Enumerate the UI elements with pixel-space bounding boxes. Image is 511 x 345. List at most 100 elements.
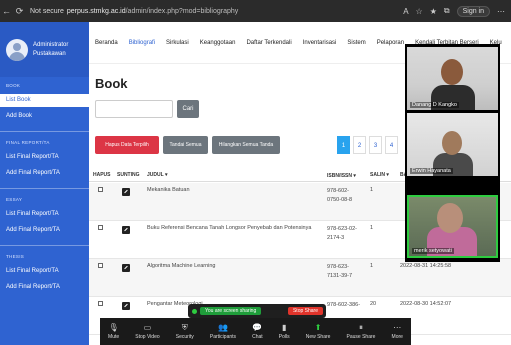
participants-button[interactable]: 👥 Participants — [210, 323, 236, 340]
search-button[interactable]: Cari — [177, 100, 199, 118]
clear-selection-button[interactable]: Hilangkan Semua Tanda — [212, 136, 280, 154]
share-icon: ⬆ — [314, 323, 322, 332]
row-title[interactable]: Mekanika Batuan — [147, 187, 190, 193]
sidebar-item-add-book[interactable]: Add Book — [0, 110, 89, 123]
edit-icon[interactable] — [122, 302, 130, 310]
chat-icon: 💬 — [252, 323, 263, 332]
col-sunting: SUNTING — [117, 172, 140, 178]
participant-name: Erwin Hayanata — [410, 168, 453, 174]
edit-icon[interactable] — [122, 226, 130, 234]
security-indicator[interactable]: Not secure — [30, 8, 64, 15]
delete-selected-button[interactable]: Hapus Data Terpilih — [95, 136, 159, 154]
row-copies: 1 — [370, 263, 374, 269]
nav-keanggotaan[interactable]: Keanggotaan — [200, 40, 236, 46]
reload-icon[interactable]: ⟳ — [13, 6, 26, 17]
stop-video-label: Stop Video — [135, 334, 160, 340]
browser-toolbar: ← ⟳ Not secure perpus.stmkg.ac.id/admin/… — [0, 0, 511, 22]
row-isbn: 978-602-0750-08-8 — [327, 188, 353, 203]
row-checkbox[interactable] — [98, 187, 103, 192]
pause-share-button[interactable]: ⏸ Pause Share — [347, 323, 376, 340]
sidebar-item-add-essay[interactable]: Add Final Report/TA — [0, 224, 89, 237]
video-gallery: Danang D Kangko Erwin Hayanata merik set… — [405, 44, 500, 262]
user-panel: Administrator Pustakawan — [0, 22, 89, 77]
page-1[interactable]: 1 — [337, 136, 350, 154]
row-checkbox[interactable] — [98, 301, 103, 306]
collections-icon[interactable]: ⧉ — [444, 6, 450, 16]
polls-icon: ▮ — [281, 323, 287, 332]
microphone-icon: 🎙 — [108, 323, 119, 332]
row-checkbox[interactable] — [98, 225, 103, 230]
col-isbn[interactable]: ISBN/ISSN ▾ — [327, 172, 363, 181]
security-label: Security — [175, 334, 194, 340]
page-3[interactable]: 3 — [369, 136, 382, 154]
avatar — [6, 38, 28, 61]
read-aloud-icon[interactable]: A — [403, 7, 408, 16]
stop-video-button[interactable]: ▭ Stop Video — [135, 323, 159, 340]
user-name: Administrator — [33, 41, 69, 48]
sharing-message: You are screen sharing — [200, 307, 262, 315]
row-checkbox[interactable] — [98, 263, 103, 268]
user-role: Pustakawan — [33, 50, 66, 57]
edit-icon[interactable] — [122, 188, 130, 196]
new-share-button[interactable]: ⬆ New Share — [306, 323, 331, 340]
sidebar-item-list-book[interactable]: List Book — [0, 94, 89, 107]
row-title[interactable]: Algoritma Machine Learning — [147, 263, 215, 269]
pause-share-label: Pause Share — [346, 334, 376, 340]
sidebar-item-add-final-report[interactable]: Add Final Report/TA — [0, 167, 89, 180]
browser-actions: A ☆ ★ ⧉ Sign in ⋯ — [403, 5, 511, 17]
col-judul[interactable]: JUDUL ▾ — [147, 172, 167, 178]
select-all-button[interactable]: Tandai Semua — [163, 136, 208, 154]
back-icon[interactable]: ← — [0, 6, 13, 16]
participant-face — [441, 59, 463, 85]
nav-bibliografi[interactable]: Bibliografi — [129, 40, 155, 46]
participants-icon: 👥 — [217, 323, 228, 332]
participant-face — [437, 203, 463, 233]
mute-button[interactable]: 🎙 Mute — [108, 323, 119, 340]
polls-button[interactable]: ▮ Polls — [279, 323, 290, 340]
video-tile-active[interactable]: merik setyowati — [407, 195, 498, 258]
nav-daftar-terkendali[interactable]: Daftar Terkendali — [246, 40, 291, 46]
participant-name: Danang D Kangko — [410, 102, 459, 108]
more-label: More — [391, 334, 403, 340]
video-tile[interactable]: Danang D Kangko — [407, 47, 498, 110]
col-hapus: HAPUS — [93, 172, 111, 178]
more-icon[interactable]: ⋯ — [497, 7, 505, 16]
video-tile[interactable]: Erwin Hayanata — [407, 113, 498, 176]
row-title[interactable]: Buku Referensi Bencana Tanah Longsor Pen… — [147, 225, 311, 231]
stop-share-button[interactable]: Stop Share — [287, 307, 323, 315]
favorite-star-icon[interactable]: ☆ — [416, 7, 423, 16]
sign-in-button[interactable]: Sign in — [456, 5, 490, 17]
screen-sharing-banner: You are screen sharing Stop Share — [188, 304, 326, 318]
nav-sirkulasi[interactable]: Sirkulasi — [166, 40, 189, 46]
sidebar-item-list-essay[interactable]: List Final Report/TA — [0, 208, 89, 221]
sidebar-item-list-thesis[interactable]: List Final Report/TA — [0, 265, 89, 278]
pagination: 1 2 3 4 — [337, 136, 398, 154]
sidebar-item-list-final-report[interactable]: List Final Report/TA — [0, 151, 89, 164]
nav-inventarisasi[interactable]: Inventarisasi — [303, 40, 337, 46]
page-title: Book — [95, 76, 128, 91]
search-input[interactable] — [95, 100, 173, 118]
security-button[interactable]: ⛨ Security — [176, 323, 194, 340]
nav-sistem[interactable]: Sistem — [347, 40, 365, 46]
more-button[interactable]: ⋯ More — [392, 323, 403, 340]
page-4[interactable]: 4 — [385, 136, 398, 154]
sidebar-item-add-thesis[interactable]: Add Final Report/TA — [0, 281, 89, 294]
nav-beranda[interactable]: Beranda — [95, 40, 118, 46]
row-date: 2022-08-31 14:25:58 — [400, 263, 452, 269]
polls-label: Polls — [278, 334, 290, 340]
table-row: Algoritma Machine Learning 978-623-7131-… — [89, 259, 511, 297]
row-isbn: 978-623-7131-39-7 — [327, 264, 353, 279]
favorites-icon[interactable]: ★ — [430, 7, 437, 16]
row-isbn: 978-623-02-2174-3 — [327, 226, 357, 241]
nav-pelaporan[interactable]: Pelaporan — [377, 40, 404, 46]
more-icon: ⋯ — [393, 323, 402, 332]
row-isbn: 978-602-386- — [327, 302, 361, 308]
page-2[interactable]: 2 — [353, 136, 366, 154]
sharing-indicator-icon — [192, 308, 197, 314]
row-copies: 1 — [370, 187, 374, 193]
edit-icon[interactable] — [122, 264, 130, 272]
address-bar[interactable]: perpus.stmkg.ac.id/admin/index.php?mod=b… — [67, 8, 238, 15]
camera-icon: ▭ — [143, 323, 152, 332]
chat-button[interactable]: 💬 Chat — [252, 323, 263, 340]
col-salin[interactable]: SALIN ▾ — [370, 172, 389, 178]
